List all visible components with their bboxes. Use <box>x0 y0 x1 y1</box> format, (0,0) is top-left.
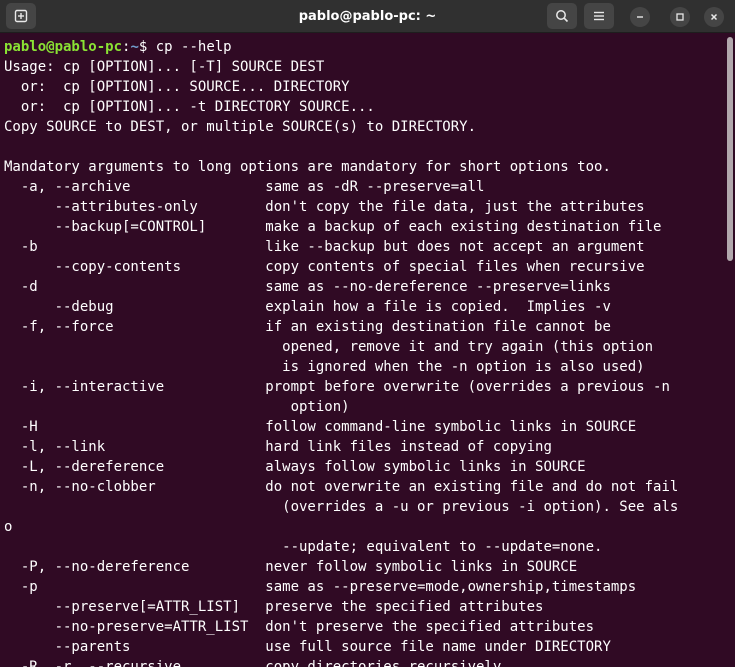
output-line: --attributes-only don't copy the file da… <box>4 199 645 215</box>
close-button[interactable] <box>704 7 724 27</box>
output-line: --preserve[=ATTR_LIST] preserve the spec… <box>4 599 544 615</box>
output-line: Copy SOURCE to DEST, or multiple SOURCE(… <box>4 119 477 135</box>
output-line: Usage: cp [OPTION]... [-T] SOURCE DEST <box>4 59 325 75</box>
output-line: (overrides a -u or previous -i option). … <box>4 499 679 515</box>
maximize-button[interactable] <box>670 7 690 27</box>
prompt-symbol: $ <box>138 39 156 55</box>
hamburger-menu-icon <box>594 11 604 21</box>
output-line: -b like --backup but does not accept an … <box>4 239 645 255</box>
output-line: -f, --force if an existing destination f… <box>4 319 611 335</box>
output-line: or: cp [OPTION]... -t DIRECTORY SOURCE..… <box>4 99 375 115</box>
minimize-icon <box>637 16 643 18</box>
output-line: -d same as --no-dereference --preserve=l… <box>4 279 611 295</box>
terminal-scrollbar[interactable] <box>727 37 733 261</box>
output-line: --backup[=CONTROL] make a backup of each… <box>4 219 662 235</box>
output-line: --debug explain how a file is copied. Im… <box>4 299 611 315</box>
output-line: -P, --no-dereference never follow symbol… <box>4 559 578 575</box>
close-icon <box>710 13 718 21</box>
output-line: --no-preserve=ATTR_LIST don't preserve t… <box>4 619 595 635</box>
output-line: -L, --dereference always follow symbolic… <box>4 459 586 475</box>
output-line: opened, remove it and try again (this op… <box>4 339 654 355</box>
output-line: -p same as --preserve=mode,ownership,tim… <box>4 579 637 595</box>
output-line: -l, --link hard link files instead of co… <box>4 439 552 455</box>
output-line: Mandatory arguments to long options are … <box>4 159 611 175</box>
window-titlebar: pablo@pablo-pc: ~ <box>0 0 735 33</box>
search-icon <box>556 10 569 23</box>
menu-button[interactable] <box>584 3 614 29</box>
maximize-icon <box>676 13 684 21</box>
output-line: -a, --archive same as -dR --preserve=all <box>4 179 485 195</box>
command-text: cp --help <box>155 39 232 55</box>
output-line: o <box>4 519 13 535</box>
output-line: -n, --no-clobber do not overwrite an exi… <box>4 479 679 495</box>
output-line: option) <box>4 399 350 415</box>
window-title: pablo@pablo-pc: ~ <box>298 9 437 24</box>
minimize-button[interactable] <box>630 7 650 27</box>
output-line: -i, --interactive prompt before overwrit… <box>4 379 670 395</box>
output-line: --copy-contents copy contents of special… <box>4 259 645 275</box>
prompt-path: ~ <box>130 39 139 55</box>
output-line: -R, -r, --recursive copy directories rec… <box>4 659 502 667</box>
output-line: is ignored when the -n option is also us… <box>4 359 645 375</box>
prompt-user: pablo@pablo-pc <box>4 39 123 55</box>
output-line: --update; equivalent to --update=none. <box>4 539 603 555</box>
terminal-output[interactable]: pablo@pablo-pc:~$ cp --help Usage: cp [O… <box>0 33 735 667</box>
prompt-line: pablo@pablo-pc:~$ cp --help <box>4 37 232 57</box>
search-button[interactable] <box>547 3 577 29</box>
output-line: -H follow command-line symbolic links in… <box>4 419 637 435</box>
output-line: or: cp [OPTION]... SOURCE... DIRECTORY <box>4 79 350 95</box>
output-line: --parents use full source file name unde… <box>4 639 611 655</box>
